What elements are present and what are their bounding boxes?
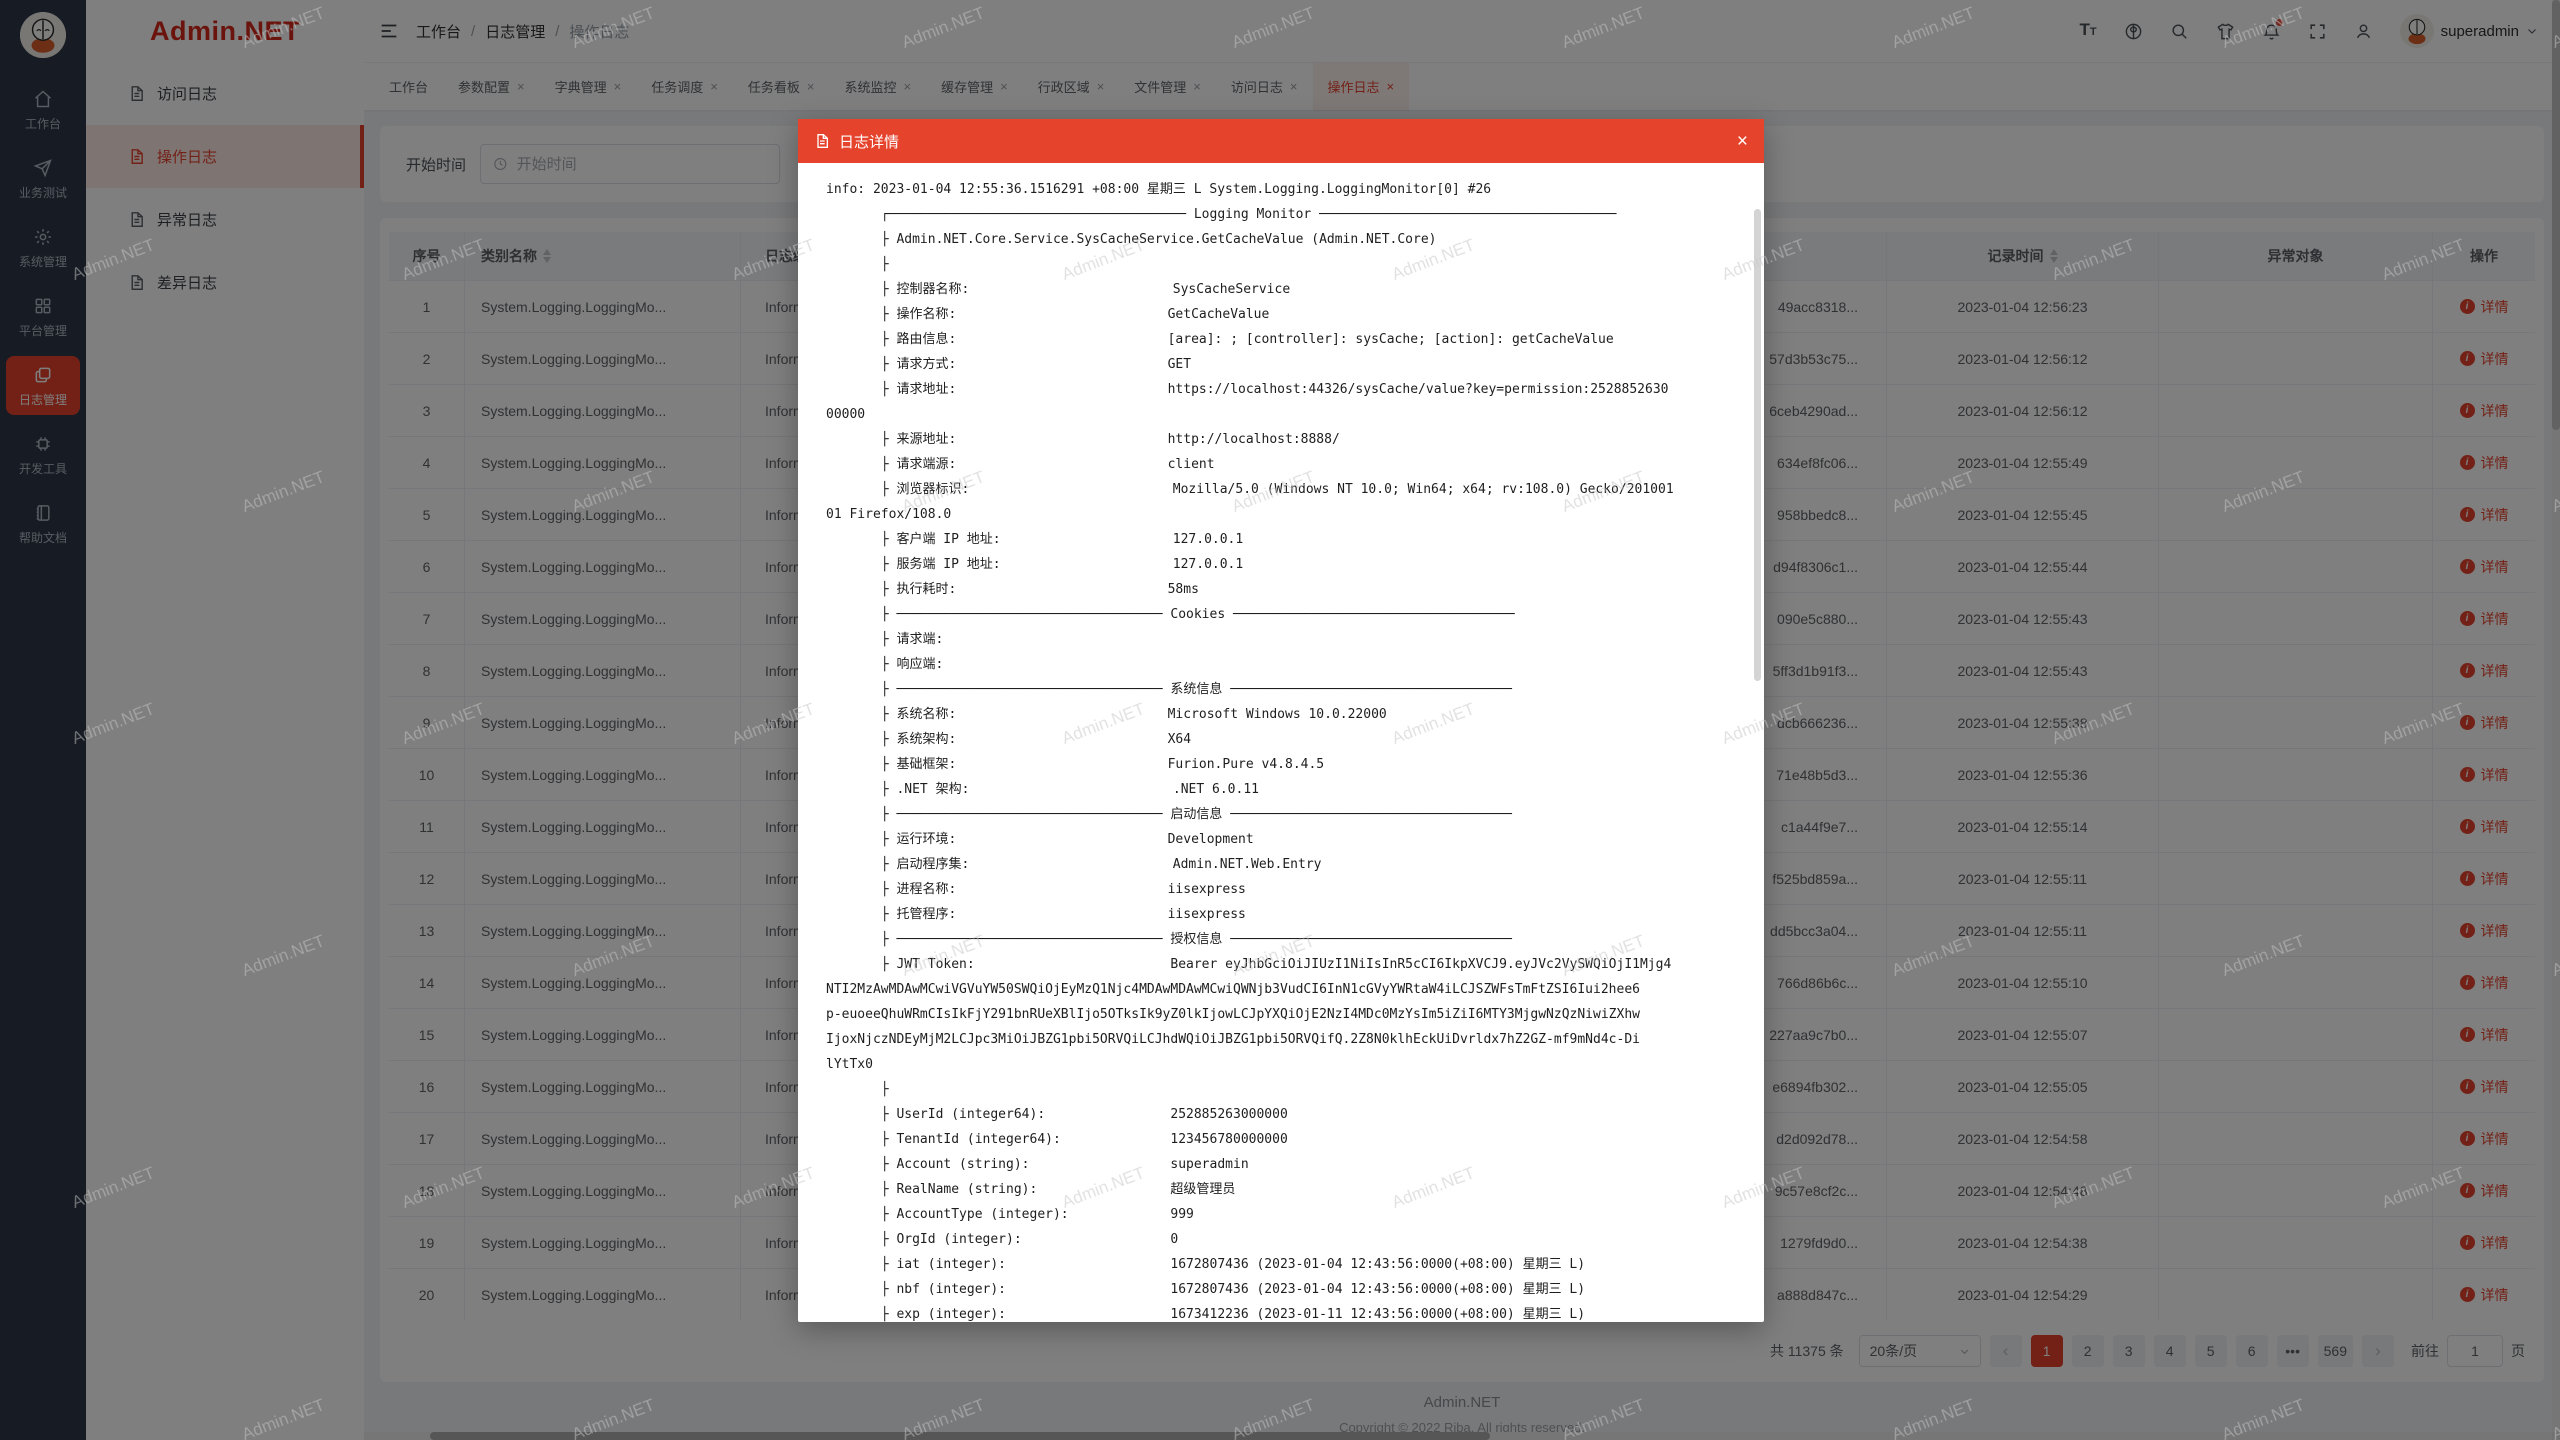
close-icon[interactable]: × bbox=[1737, 132, 1748, 151]
modal-scrollbar-thumb[interactable] bbox=[1754, 209, 1761, 681]
modal-title: 日志详情 bbox=[839, 131, 899, 152]
document-icon bbox=[814, 133, 830, 149]
log-detail-modal: 日志详情 × info: 2023-01-04 12:55:36.1516291… bbox=[798, 119, 1764, 1322]
modal-body: info: 2023-01-04 12:55:36.1516291 +08:00… bbox=[798, 163, 1764, 1322]
log-detail-text: info: 2023-01-04 12:55:36.1516291 +08:00… bbox=[826, 177, 1764, 1322]
modal-header: 日志详情 × bbox=[798, 119, 1764, 163]
